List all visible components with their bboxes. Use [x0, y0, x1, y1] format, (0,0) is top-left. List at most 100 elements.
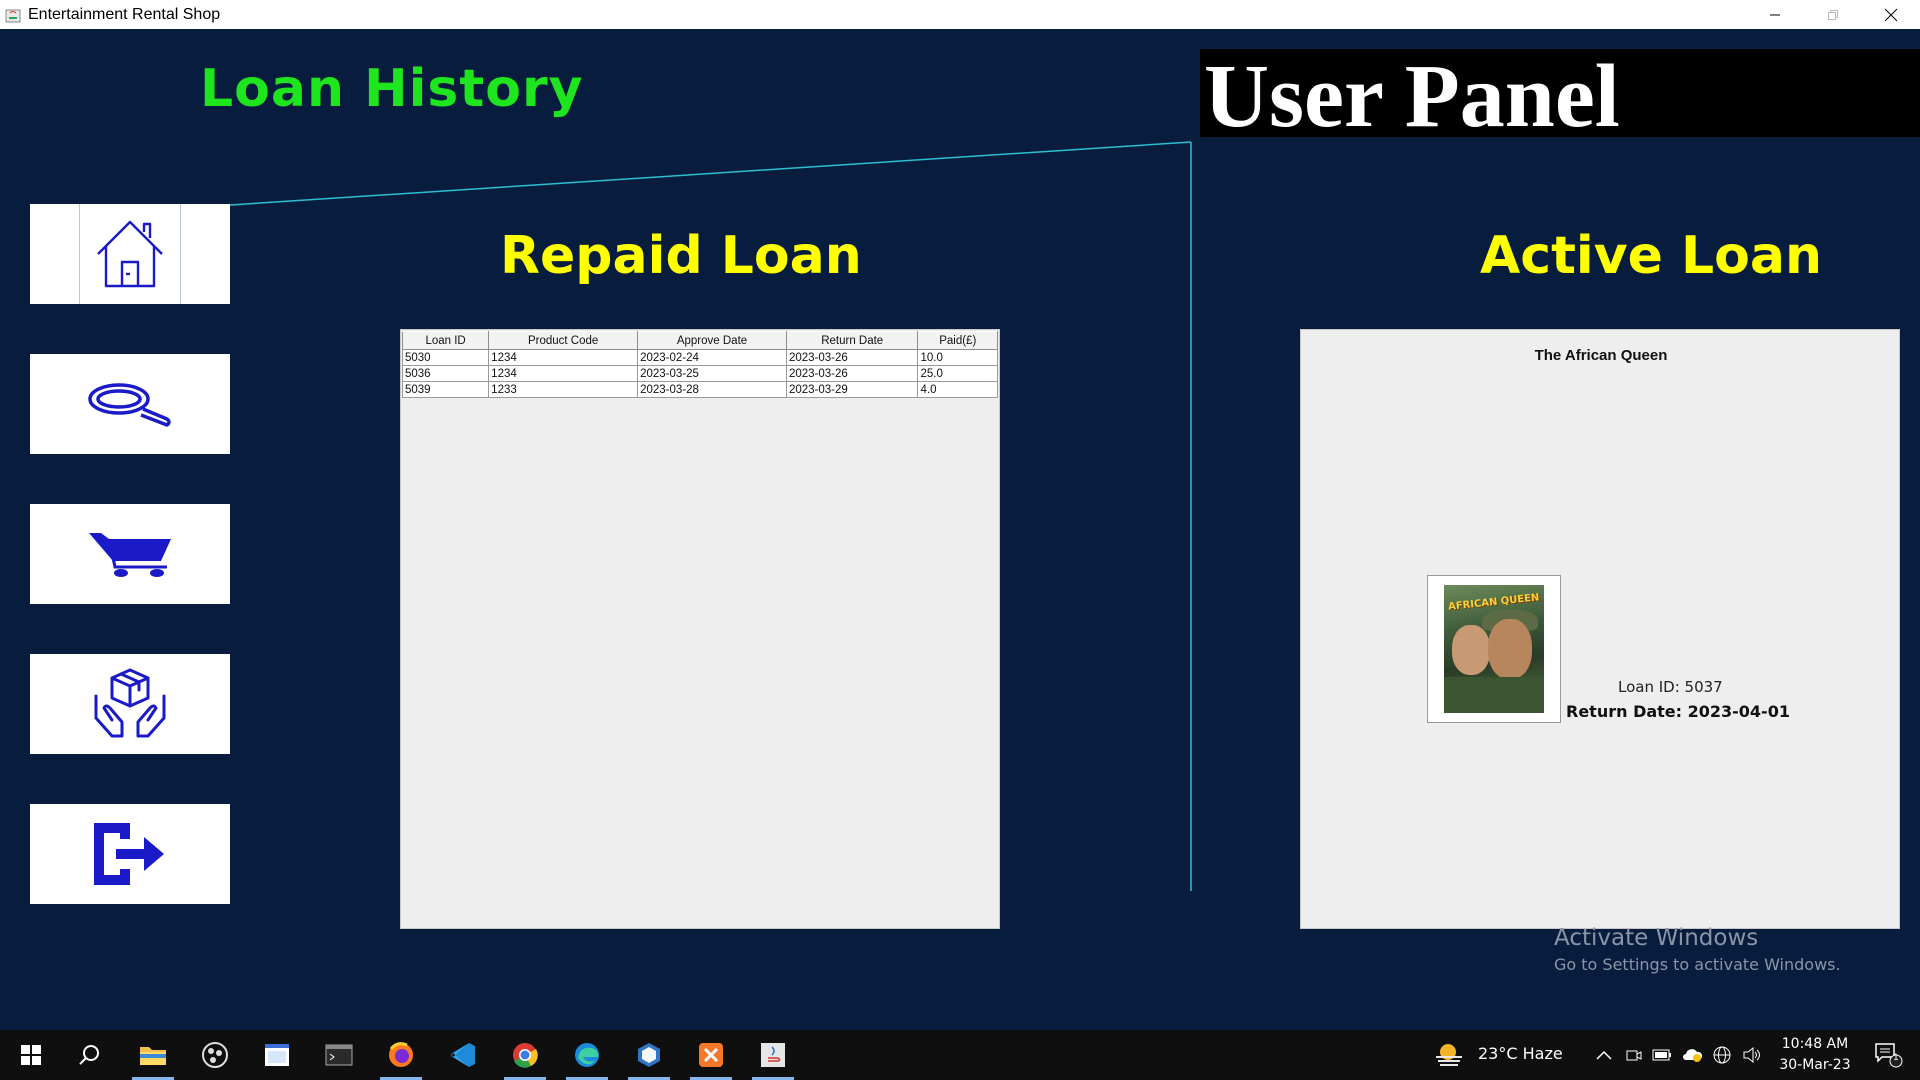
taskbar-file-explorer[interactable]: [126, 1030, 180, 1080]
table-cell[interactable]: 2023-03-28: [637, 381, 787, 398]
taskbar-edge[interactable]: [560, 1030, 614, 1080]
clock-time[interactable]: 10:48 AM: [1779, 1036, 1851, 1052]
table-row[interactable]: 5030 1234 2023-02-24 2023-03-26 10.0: [401, 349, 998, 366]
show-hidden-icons-button[interactable]: [1590, 1030, 1618, 1080]
poster-frame[interactable]: AFRICAN QUEEN: [1427, 575, 1561, 723]
tray-network[interactable]: [1708, 1030, 1736, 1080]
table-cell[interactable]: 2023-03-29: [785, 381, 919, 398]
watermark-line-2: Go to Settings to activate Windows.: [1554, 955, 1841, 974]
loan-history-title: Loan History: [200, 59, 584, 119]
notification-count: 1: [1893, 1053, 1899, 1063]
search-button[interactable]: [30, 354, 230, 454]
table-cell[interactable]: 1234: [488, 349, 639, 366]
java-icon: [761, 1043, 785, 1067]
search-icon: [88, 383, 171, 427]
java-app-icon: [4, 6, 22, 24]
column-header[interactable]: Approve Date: [637, 331, 787, 350]
tray-volume[interactable]: [1738, 1030, 1766, 1080]
table-row[interactable]: 5036 1234 2023-03-25 2023-03-26 25.0: [401, 365, 998, 382]
table-row[interactable]: 5039 1233 2023-03-28 2023-03-29 4.0: [401, 381, 998, 398]
window-titlebar: Entertainment Rental Shop: [0, 0, 1920, 29]
table-cell[interactable]: 10.0: [917, 349, 998, 366]
table-cell[interactable]: 2023-03-25: [637, 365, 787, 382]
taskbar-virtualbox[interactable]: [622, 1030, 676, 1080]
watermark-line-1: Activate Windows: [1554, 925, 1759, 951]
table-cell[interactable]: 2023-03-26: [785, 349, 919, 366]
table-cell[interactable]: 5030: [401, 349, 490, 366]
minimize-button[interactable]: [1746, 0, 1804, 29]
speaker-icon: [1743, 1046, 1760, 1064]
repaid-loan-table-panel[interactable]: Loan ID Product Code Approve Date Return…: [400, 329, 1000, 929]
logout-button[interactable]: [30, 804, 230, 904]
minimize-icon: [1770, 14, 1780, 15]
file-explorer-icon: [140, 1047, 166, 1065]
taskbar-search-button[interactable]: [62, 1030, 116, 1080]
taskbar-firefox[interactable]: [374, 1030, 428, 1080]
home-icon: [97, 220, 163, 288]
movie-title: The African Queen: [1534, 347, 1668, 364]
table-header-row: Loan ID Product Code Approve Date Return…: [401, 331, 998, 350]
column-header[interactable]: Return Date: [785, 331, 919, 350]
weather-widget[interactable]: [1430, 1030, 1468, 1080]
battery-icon: [1652, 1049, 1671, 1061]
table-cell[interactable]: 5036: [401, 365, 490, 382]
table-cell[interactable]: 4.0: [917, 381, 998, 398]
movie-poster-image: AFRICAN QUEEN: [1444, 585, 1544, 713]
start-button[interactable]: [4, 1030, 58, 1080]
chrome-icon: [513, 1043, 538, 1068]
window-title: Entertainment Rental Shop: [28, 5, 221, 23]
column-header[interactable]: Loan ID: [401, 331, 490, 350]
table-cell[interactable]: 2023-02-24: [637, 349, 787, 366]
search-icon: [79, 1045, 99, 1065]
obs-icon: [202, 1042, 228, 1068]
taskbar-obs[interactable]: [188, 1030, 242, 1080]
xampp-icon: [699, 1043, 723, 1067]
user-panel-banner: User Panel: [1200, 47, 1920, 146]
logout-icon: [94, 823, 164, 885]
taskbar-chrome[interactable]: [498, 1030, 552, 1080]
taskbar-java[interactable]: [746, 1030, 800, 1080]
active-loan-id: Loan ID: 5037: [1618, 678, 1723, 696]
column-header[interactable]: Paid(£): [917, 331, 998, 350]
vscode-icon: [451, 1043, 475, 1067]
poster-face-shape: [1452, 625, 1490, 675]
close-icon: [1884, 8, 1898, 21]
user-panel-title: User Panel: [1204, 47, 1620, 146]
chevron-up-icon: [1596, 1050, 1612, 1060]
globe-icon: [1713, 1046, 1731, 1064]
restore-icon: [1828, 9, 1838, 20]
poster-face-shape: [1488, 619, 1532, 679]
table-cell[interactable]: 25.0: [917, 365, 998, 382]
tray-onedrive[interactable]: [1678, 1030, 1706, 1080]
taskbar: 23°C Haze 10:48 AM 30-Mar-23 1: [0, 1030, 1920, 1080]
taskbar-vscode[interactable]: [436, 1030, 490, 1080]
active-loan-panel: The African Queen AFRICAN QUEEN Loan ID:…: [1300, 329, 1900, 929]
weather-text[interactable]: 23°C Haze: [1478, 1044, 1563, 1063]
deliver-button[interactable]: [30, 654, 230, 754]
table-cell[interactable]: 5039: [401, 381, 490, 398]
app-content: Loan History User Panel Repaid Loan Loan…: [0, 29, 1920, 1030]
repaid-loan-title: Repaid Loan: [500, 226, 862, 286]
clock-date[interactable]: 30-Mar-23: [1775, 1057, 1855, 1073]
tray-meet-now[interactable]: [1620, 1030, 1648, 1080]
cart-button[interactable]: [30, 504, 230, 604]
taskbar-terminal[interactable]: [312, 1030, 366, 1080]
table-cell[interactable]: 2023-03-26: [785, 365, 919, 382]
taskbar-notepad[interactable]: [250, 1030, 304, 1080]
haze-icon: [1436, 1044, 1462, 1066]
taskbar-xampp[interactable]: [684, 1030, 738, 1080]
repaid-loan-table[interactable]: Loan ID Product Code Approve Date Return…: [401, 331, 998, 398]
edge-icon: [575, 1043, 599, 1067]
notepad-icon: [265, 1044, 289, 1066]
column-header[interactable]: Product Code: [488, 331, 639, 350]
close-button[interactable]: [1862, 0, 1920, 29]
poster-title-text: AFRICAN QUEEN: [1447, 592, 1540, 613]
table-cell[interactable]: 1233: [488, 381, 639, 398]
camera-icon: [1626, 1050, 1642, 1061]
virtualbox-icon: [638, 1043, 660, 1067]
notification-center-button[interactable]: 1: [1862, 1030, 1916, 1080]
table-cell[interactable]: 1234: [488, 365, 639, 382]
maximize-button[interactable]: [1804, 0, 1862, 29]
home-button[interactable]: [30, 204, 230, 304]
tray-battery[interactable]: [1648, 1030, 1676, 1080]
